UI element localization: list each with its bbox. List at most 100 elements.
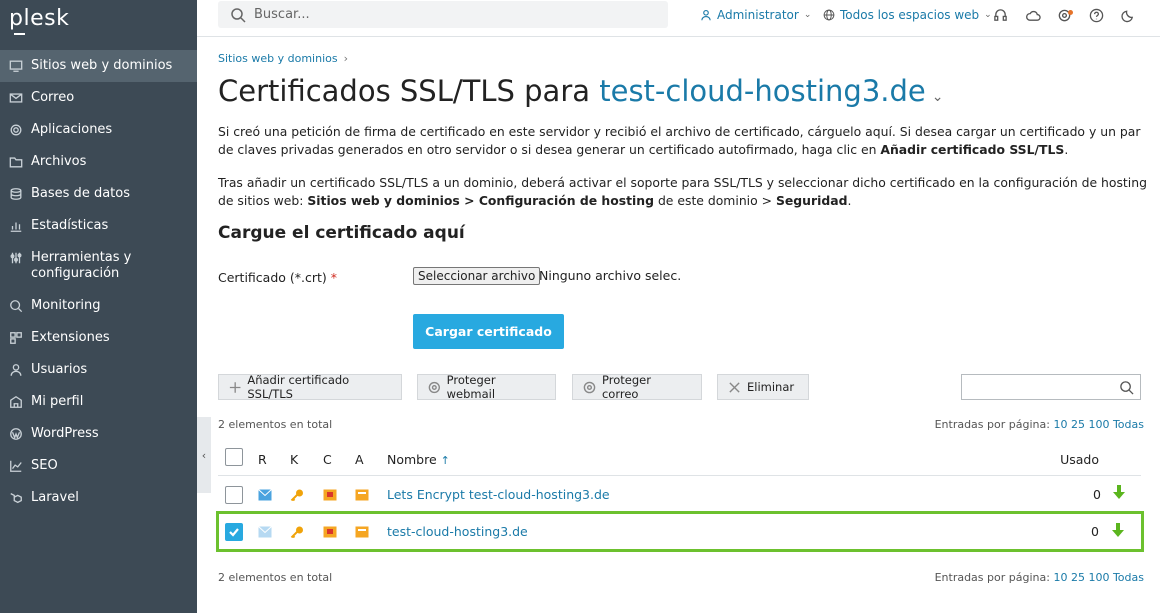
- sidebar-item-laravel[interactable]: Laravel: [0, 482, 197, 514]
- laravel-icon: [8, 490, 24, 506]
- sidebar-item-applications[interactable]: Aplicaciones: [0, 114, 197, 146]
- per-page-all[interactable]: Todas: [1113, 571, 1144, 584]
- bar-chart-icon: [8, 218, 24, 234]
- row-checkbox-checked[interactable]: [225, 523, 243, 541]
- sort-arrow-icon: ↑: [440, 454, 450, 467]
- sidebar-item-label: WordPress: [31, 426, 99, 441]
- dark-mode-icon[interactable]: [1119, 6, 1137, 24]
- page-title-domain[interactable]: test-cloud-hosting3.de: [599, 74, 926, 108]
- sidebar-item-statistics[interactable]: Estadísticas: [0, 210, 197, 242]
- per-page-25[interactable]: 25: [1071, 571, 1085, 584]
- sidebar-item-websites[interactable]: Sitios web y dominios: [0, 50, 197, 82]
- sidebar: plesk Sitios web y dominios Correo Aplic…: [0, 0, 197, 613]
- required-mark: *: [330, 270, 338, 285]
- sidebar-item-tools[interactable]: Herramientas y configuración: [0, 242, 197, 290]
- sidebar-item-databases[interactable]: Bases de datos: [0, 178, 197, 210]
- select-all-checkbox[interactable]: [225, 448, 243, 466]
- account-menu[interactable]: Administrator ⌄: [700, 8, 811, 22]
- certificate-used-count: 0: [1093, 487, 1101, 502]
- column-k: K: [290, 452, 299, 467]
- delete-button[interactable]: Eliminar: [717, 374, 809, 400]
- sidebar-item-extensions[interactable]: Extensiones: [0, 322, 197, 354]
- per-page-label: Entradas por página:: [934, 571, 1050, 584]
- shield-icon: [583, 381, 596, 393]
- select-file-button[interactable]: Seleccionar archivo: [413, 267, 541, 285]
- sidebar-item-label: SEO: [31, 458, 58, 473]
- shield-icon: [428, 381, 440, 393]
- sidebar-item-monitoring[interactable]: Monitoring: [0, 290, 197, 322]
- column-r: R: [258, 452, 267, 467]
- sidebar-item-wordpress[interactable]: WordPress: [0, 418, 197, 450]
- column-c: C: [323, 452, 332, 467]
- download-icon[interactable]: [1112, 523, 1124, 537]
- sidebar-item-label: Mi perfil: [31, 394, 84, 409]
- chevron-down-icon[interactable]: ⌄: [932, 89, 944, 105]
- intro-paragraph: Si creó una petición de firma de certifi…: [218, 123, 1148, 159]
- certificate-icon: [323, 526, 337, 538]
- search-placeholder: Buscar...: [254, 7, 310, 22]
- subscriptions-menu[interactable]: Todos los espacios web ⌄: [823, 8, 992, 22]
- sidebar-item-files[interactable]: Archivos: [0, 146, 197, 178]
- page-title: Certificados SSL/TLS para test-cloud-hos…: [218, 74, 944, 108]
- sidebar-item-mail[interactable]: Correo: [0, 82, 197, 114]
- section-title: Cargue el certificado aquí: [218, 223, 465, 243]
- headset-icon[interactable]: [991, 6, 1009, 24]
- download-icon[interactable]: [1113, 485, 1125, 499]
- user-icon: [8, 362, 24, 378]
- main-content: Sitios web y dominios › Certificados SSL/…: [197, 38, 1160, 613]
- chevron-down-icon: ⌄: [803, 10, 812, 20]
- search-icon: [1120, 381, 1134, 395]
- add-certificate-button[interactable]: Añadir certificado SSL/TLS: [218, 373, 402, 401]
- per-page-100[interactable]: 100: [1088, 571, 1109, 584]
- profile-icon: [8, 394, 24, 410]
- certificate-name-link[interactable]: test-cloud-hosting3.de: [387, 524, 528, 539]
- check-icon: [229, 528, 239, 537]
- sidebar-item-label: Herramientas y configuración: [31, 250, 132, 281]
- column-used: Usado: [1060, 452, 1099, 467]
- per-page-25[interactable]: 25: [1071, 418, 1085, 431]
- protect-mail-button[interactable]: Proteger correo: [572, 373, 702, 401]
- sidebar-item-users[interactable]: Usuarios: [0, 354, 197, 386]
- per-page-10[interactable]: 10: [1053, 418, 1067, 431]
- plus-icon: [229, 381, 241, 393]
- table-row-selected[interactable]: test-cloud-hosting3.de 0: [216, 511, 1144, 552]
- globe-icon: [823, 9, 835, 21]
- sidebar-item-profile[interactable]: Mi perfil: [0, 386, 197, 418]
- protect-webmail-button[interactable]: Proteger webmail: [417, 373, 556, 401]
- topbar: Buscar... Administrator ⌄ Todos los espa…: [197, 0, 1160, 37]
- notification-dot: [1068, 10, 1073, 15]
- key-icon: [290, 526, 303, 538]
- sidebar-item-label: Bases de datos: [31, 186, 130, 201]
- sidebar-item-seo[interactable]: SEO: [0, 450, 197, 482]
- sidebar-item-label: Archivos: [31, 154, 87, 169]
- table-row[interactable]: Lets Encrypt test-cloud-hosting3.de 0: [218, 477, 1141, 514]
- help-icon[interactable]: [1087, 6, 1105, 24]
- per-page-100[interactable]: 100: [1088, 418, 1109, 431]
- breadcrumb-item[interactable]: Sitios web y dominios: [218, 52, 338, 65]
- items-total-bottom: 2 elementos en total: [218, 571, 333, 584]
- file-status: Ninguno archivo selec.: [539, 268, 682, 283]
- filter-search-input[interactable]: [961, 374, 1141, 400]
- per-page-all[interactable]: Todas: [1113, 418, 1144, 431]
- per-page-label: Entradas por página:: [934, 418, 1050, 431]
- mail-icon: [258, 489, 272, 501]
- cloud-icon[interactable]: [1024, 6, 1042, 24]
- subscriptions-label: Todos los espacios web: [840, 8, 980, 22]
- sidebar-item-label: Correo: [31, 90, 75, 105]
- upload-certificate-button[interactable]: Cargar certificado: [413, 314, 564, 349]
- sidebar-item-label: Laravel: [31, 490, 79, 505]
- plesk-logo[interactable]: plesk: [9, 6, 69, 31]
- seo-icon: [8, 458, 24, 474]
- column-name[interactable]: Nombre ↑: [387, 452, 450, 467]
- certificate-name-link[interactable]: Lets Encrypt test-cloud-hosting3.de: [387, 487, 610, 502]
- search-input[interactable]: Buscar...: [218, 1, 668, 28]
- breadcrumb-separator-icon: ›: [343, 52, 348, 65]
- row-checkbox[interactable]: [225, 486, 243, 504]
- user-icon: [701, 9, 711, 21]
- per-page-10[interactable]: 10: [1053, 571, 1067, 584]
- per-page-selector: Entradas por página: 10 25 100 Todas: [935, 418, 1144, 431]
- notifications-icon[interactable]: [1055, 6, 1073, 24]
- certificate-used-count: 0: [1091, 524, 1099, 539]
- certificate-label-text: Certificado (*.crt): [218, 270, 327, 285]
- list-header: R K C A Nombre ↑ Usado: [218, 444, 1141, 476]
